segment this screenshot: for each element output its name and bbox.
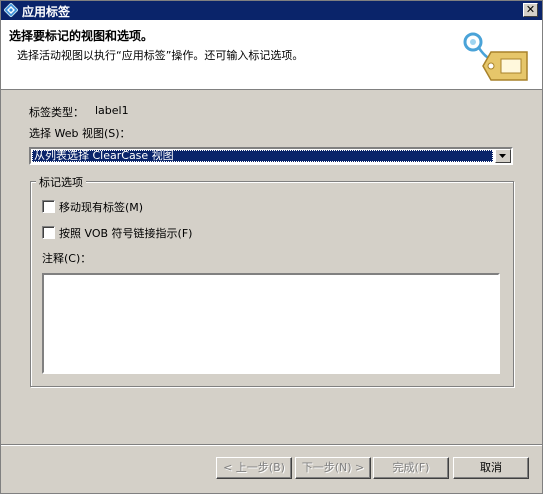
view-select-label: 选择 Web 视图(S)： <box>29 127 131 140</box>
chevron-down-icon <box>499 154 506 158</box>
move-existing-label-text[interactable]: 移动现有标签(M) <box>59 199 143 215</box>
comment-label: 注释(C)： <box>42 252 92 265</box>
cancel-button-label: 取消 <box>480 461 502 474</box>
back-button-label: < 上一步(B) <box>223 461 285 474</box>
label-type-label: 标签类型： <box>29 106 84 119</box>
title-bar[interactable]: 应用标签 ✕ <box>1 1 542 20</box>
back-button[interactable]: < 上一步(B) <box>216 457 292 479</box>
tag-options-group-title: 标记选项 <box>36 174 86 190</box>
next-button-label: 下一步(N) > <box>301 461 365 474</box>
close-icon: ✕ <box>525 3 536 16</box>
wizard-banner: 选择要标记的视图和选项。 选择活动视图以执行“应用标签”操作。还可输入标记选项。 <box>1 20 542 90</box>
follow-vob-symlink-checkbox[interactable] <box>42 226 55 239</box>
comment-textarea[interactable] <box>42 273 500 374</box>
app-diamond-icon <box>4 3 18 17</box>
label-type-value: label1 <box>95 104 129 117</box>
banner-title: 选择要标记的视图和选项。 <box>9 29 154 43</box>
close-button[interactable]: ✕ <box>523 3 538 17</box>
finish-button[interactable]: 完成(F) <box>373 457 449 479</box>
tag-icon <box>463 32 528 81</box>
apply-label-dialog: 应用标签 ✕ 选择要标记的视图和选项。 选择活动视图以执行“应用标签”操作。还可… <box>0 0 543 494</box>
combo-dropdown-button[interactable] <box>495 149 511 163</box>
cancel-button[interactable]: 取消 <box>453 457 529 479</box>
finish-button-label: 完成(F) <box>392 461 430 474</box>
web-view-combo[interactable]: 从列表选择 ClearCase 视图 <box>29 147 513 165</box>
follow-vob-symlink-text[interactable]: 按照 VOB 符号链接指示(F) <box>59 225 192 241</box>
combo-selected-value: 从列表选择 ClearCase 视图 <box>32 150 493 162</box>
window-title: 应用标签 <box>22 5 71 19</box>
button-separator <box>1 444 542 446</box>
next-button[interactable]: 下一步(N) > <box>295 457 371 479</box>
banner-description: 选择活动视图以执行“应用标签”操作。还可输入标记选项。 <box>17 49 304 62</box>
move-existing-label-checkbox[interactable] <box>42 200 55 213</box>
